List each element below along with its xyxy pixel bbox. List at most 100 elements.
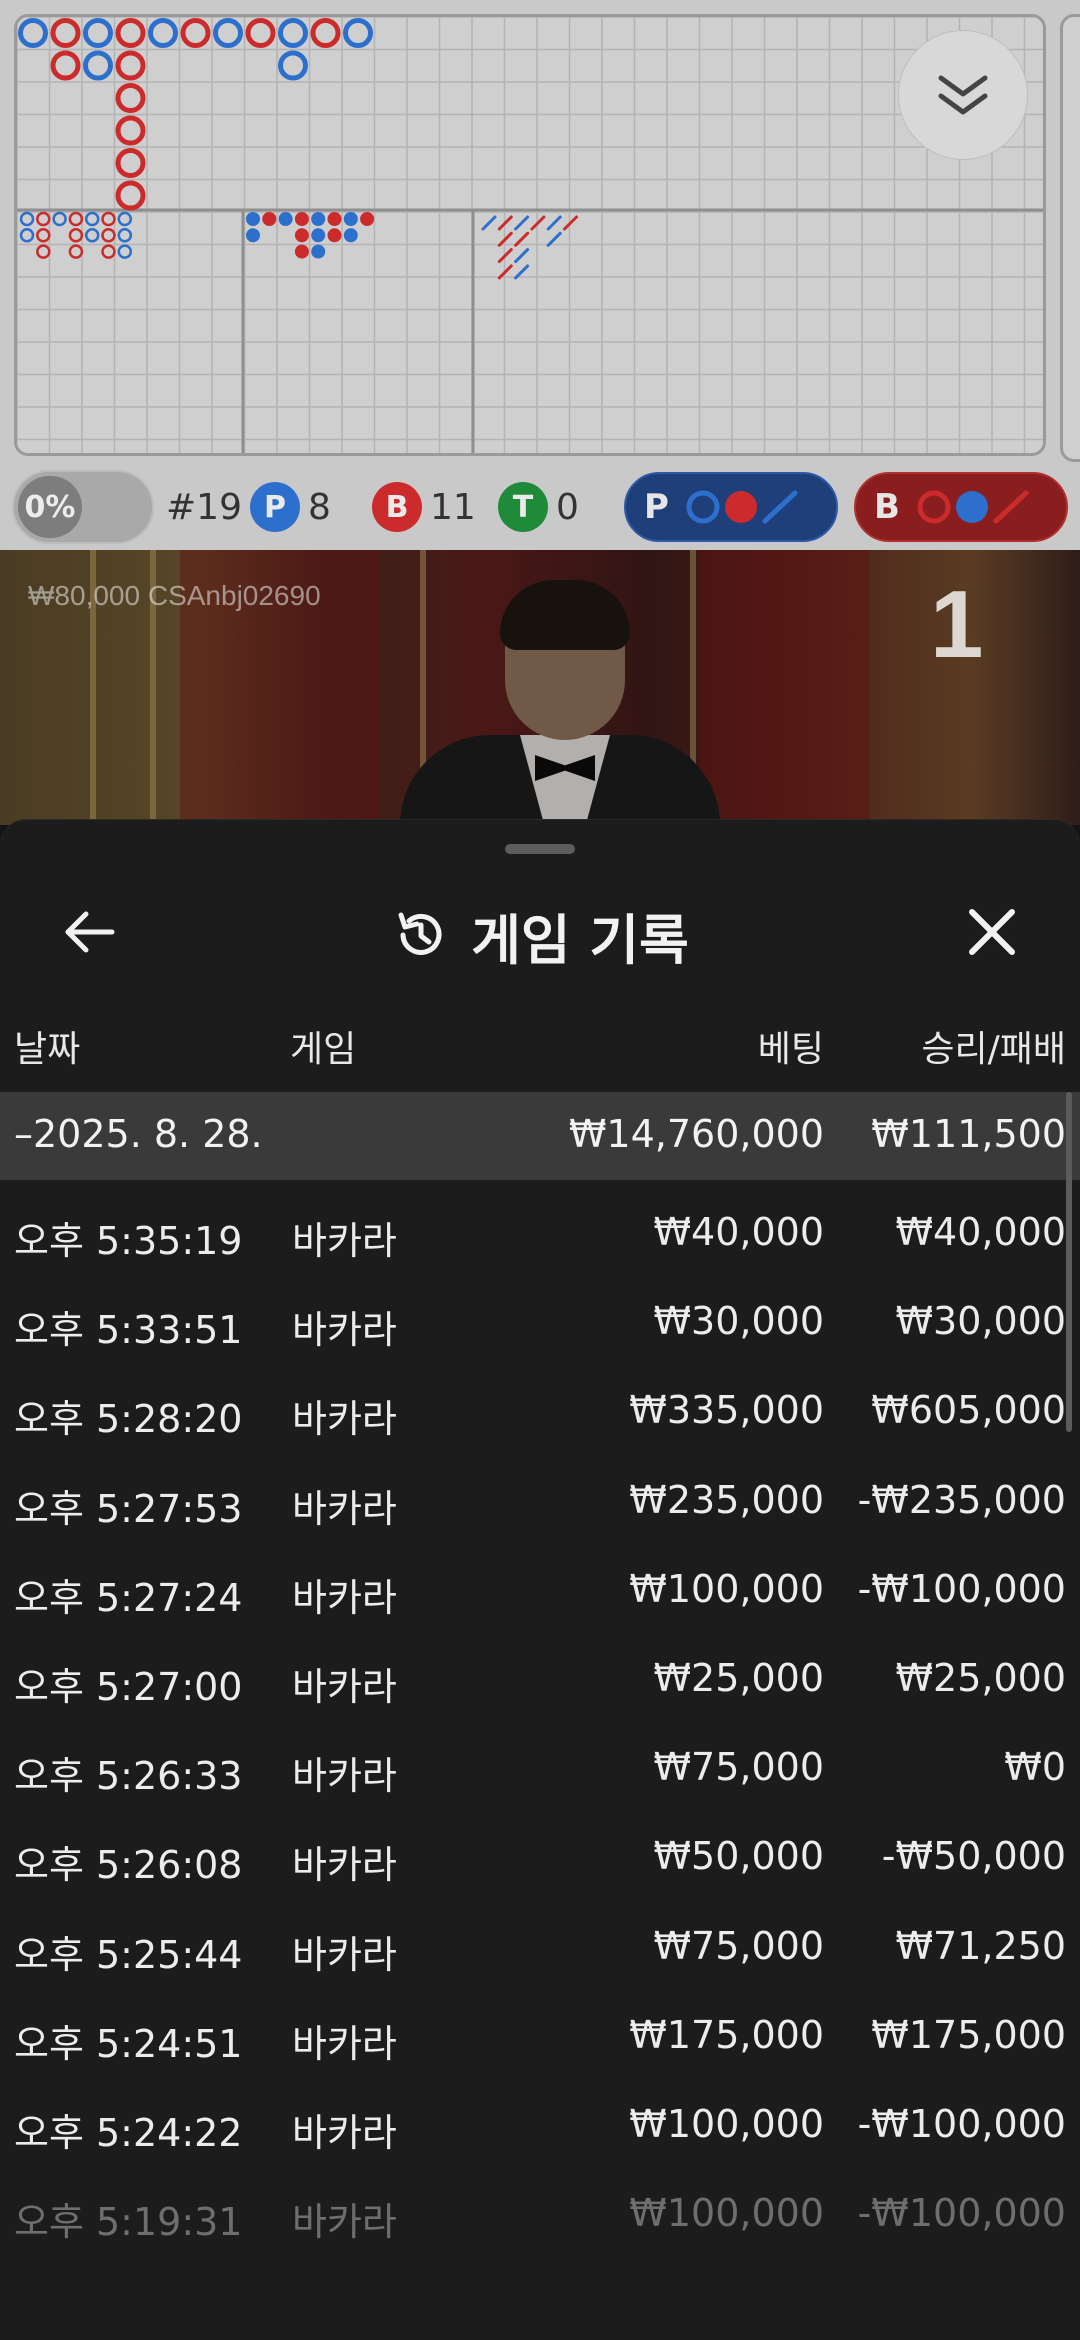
row-win-loss: ₩605,000	[871, 1388, 1066, 1433]
date-group-row[interactable]: –2025. 8. 28. ₩14,760,000 ₩111,500	[0, 1092, 1080, 1180]
row-bet: ₩175,000	[629, 2012, 824, 2057]
row-time: 오후 5:26:33	[14, 1754, 243, 1799]
column-header-date: 날짜	[14, 1029, 81, 1070]
double-chevron-down-icon	[938, 75, 988, 115]
row-bet: ₩100,000	[629, 1566, 824, 1611]
close-button[interactable]	[952, 892, 1032, 972]
table-row[interactable]: 오후 5:35:19 바카라 ₩40,000 ₩40,000	[0, 1190, 1080, 1279]
row-time: 오후 5:24:22	[14, 2110, 243, 2155]
row-time: 오후 5:27:24	[14, 1575, 243, 1620]
row-win-loss: -₩100,000	[857, 2191, 1066, 2236]
row-win-loss: ₩25,000	[895, 1655, 1066, 1700]
tie-stat: T 0	[498, 482, 579, 532]
row-win-loss: -₩100,000	[857, 2101, 1066, 2146]
row-time: 오후 5:19:31	[14, 2200, 243, 2245]
history-list: 오후 5:35:19 바카라 ₩40,000 ₩40,000 오후 5:33:5…	[0, 1190, 1080, 2260]
scrollbar[interactable]	[1066, 1092, 1072, 1432]
table-row[interactable]: 오후 5:33:51 바카라 ₩30,000 ₩30,000	[0, 1279, 1080, 1368]
row-time: 오후 5:28:20	[14, 1397, 243, 1442]
table-row[interactable]: 오후 5:24:22 바카라 ₩100,000 -₩100,000	[0, 2082, 1080, 2171]
banker-prediction-button[interactable]: B	[854, 472, 1068, 542]
scoreboard-grid	[14, 14, 1046, 456]
row-game: 바카라	[292, 1219, 397, 1263]
row-bet: ₩100,000	[629, 2191, 824, 2236]
row-game: 바카라	[292, 1575, 397, 1620]
player-badge: P	[250, 482, 300, 532]
row-time: 오후 5:33:51	[14, 1308, 243, 1353]
history-icon	[398, 912, 442, 955]
row-bet: ₩25,000	[653, 1655, 824, 1700]
row-win-loss: ₩30,000	[895, 1299, 1066, 1344]
back-button[interactable]	[50, 892, 130, 972]
player-count: 8	[308, 486, 331, 528]
date-group-bet-total: ₩14,760,000	[568, 1112, 824, 1156]
game-history-sheet: 게임 기록 날짜 게임 베팅 승리/패배 –2025. 8. 28. ₩14,7…	[0, 820, 1080, 2340]
row-win-loss: -₩235,000	[857, 1477, 1066, 1522]
row-time: 오후 5:35:19	[14, 1219, 243, 1263]
table-row[interactable]: 오후 5:25:44 바카라 ₩75,000 ₩71,250	[0, 1904, 1080, 1993]
table-row[interactable]: 오후 5:24:51 바카라 ₩175,000 ₩175,000	[0, 1993, 1080, 2082]
row-game: 바카라	[292, 1486, 397, 1531]
drag-handle[interactable]	[505, 844, 575, 854]
player-prediction-icons	[686, 490, 798, 524]
banker-prediction-icons	[917, 490, 1029, 524]
percentage-label: 0%	[18, 476, 82, 538]
row-game: 바카라	[292, 1932, 397, 1977]
player-tag: ₩80,000 CSAnbj02690	[28, 580, 321, 611]
row-bet: ₩75,000	[653, 1745, 824, 1790]
row-bet: ₩235,000	[629, 1477, 824, 1522]
tie-badge: T	[498, 482, 548, 532]
row-game: 바카라	[292, 1308, 397, 1353]
row-bet: ₩75,000	[653, 1923, 824, 1968]
live-video: ₩80,000 CSAnbj02690 1	[0, 550, 1080, 825]
row-bet: ₩335,000	[629, 1388, 824, 1433]
table-row[interactable]: 오후 5:19:31 바카라 ₩100,000 -₩100,000	[0, 2171, 1080, 2260]
round-count: #19	[166, 482, 242, 532]
round-label: #19	[166, 486, 242, 528]
percentage-toggle[interactable]: 0%	[12, 470, 154, 544]
column-header-win-loss: 승리/패배	[921, 1029, 1066, 1070]
row-time: 오후 5:25:44	[14, 1932, 243, 1977]
row-game: 바카라	[292, 2200, 397, 2245]
tie-count: 0	[556, 486, 579, 528]
sheet-title: 게임 기록	[471, 908, 689, 972]
row-bet: ₩30,000	[653, 1299, 824, 1344]
row-time: 오후 5:27:00	[14, 1664, 243, 1709]
table-row[interactable]: 오후 5:27:53 바카라 ₩235,000 -₩235,000	[0, 1458, 1080, 1547]
table-row[interactable]: 오후 5:28:20 바카라 ₩335,000 ₩605,000	[0, 1368, 1080, 1457]
stats-bar: 0% #19 P 8 B 11 T 0 P B	[0, 462, 1080, 550]
column-header-bet: 베팅	[757, 1029, 824, 1070]
row-win-loss: ₩175,000	[871, 2012, 1066, 2057]
table-row[interactable]: 오후 5:26:33 바카라 ₩75,000 ₩0	[0, 1725, 1080, 1814]
row-bet: ₩40,000	[653, 1210, 824, 1254]
row-game: 바카라	[292, 2110, 397, 2155]
player-stat: P 8	[250, 482, 331, 532]
collapse-button[interactable]	[898, 30, 1028, 160]
row-game: 바카라	[292, 1843, 397, 1888]
banker-prediction-label: B	[874, 487, 900, 527]
close-icon	[969, 909, 1015, 955]
row-win-loss: ₩40,000	[895, 1210, 1066, 1254]
row-time: 오후 5:24:51	[14, 2021, 243, 2066]
arrow-left-icon	[65, 911, 115, 953]
row-win-loss: ₩0	[1004, 1745, 1066, 1790]
row-game: 바카라	[292, 1754, 397, 1799]
round-number: 1	[930, 571, 984, 678]
player-prediction-label: P	[644, 487, 669, 527]
roadmap-area: 0% #19 P 8 B 11 T 0 P B	[0, 0, 1080, 550]
player-prediction-button[interactable]: P	[624, 472, 838, 542]
table-row[interactable]: 오후 5:26:08 바카라 ₩50,000 -₩50,000	[0, 1814, 1080, 1903]
row-win-loss: -₩50,000	[881, 1834, 1066, 1879]
row-game: 바카라	[292, 2021, 397, 2066]
row-time: 오후 5:26:08	[14, 1843, 243, 1888]
table-row[interactable]: 오후 5:27:24 바카라 ₩100,000 -₩100,000	[0, 1547, 1080, 1636]
row-game: 바카라	[292, 1397, 397, 1442]
table-row[interactable]: 오후 5:27:00 바카라 ₩25,000 ₩25,000	[0, 1636, 1080, 1725]
banker-count: 11	[430, 486, 476, 528]
side-panel-edge	[1060, 14, 1080, 462]
banker-badge: B	[372, 482, 422, 532]
row-time: 오후 5:27:53	[14, 1486, 243, 1531]
sheet-header: 게임 기록	[0, 880, 1080, 990]
table-header: 날짜 게임 베팅 승리/패배	[0, 990, 1080, 1090]
row-win-loss: -₩100,000	[857, 1566, 1066, 1611]
